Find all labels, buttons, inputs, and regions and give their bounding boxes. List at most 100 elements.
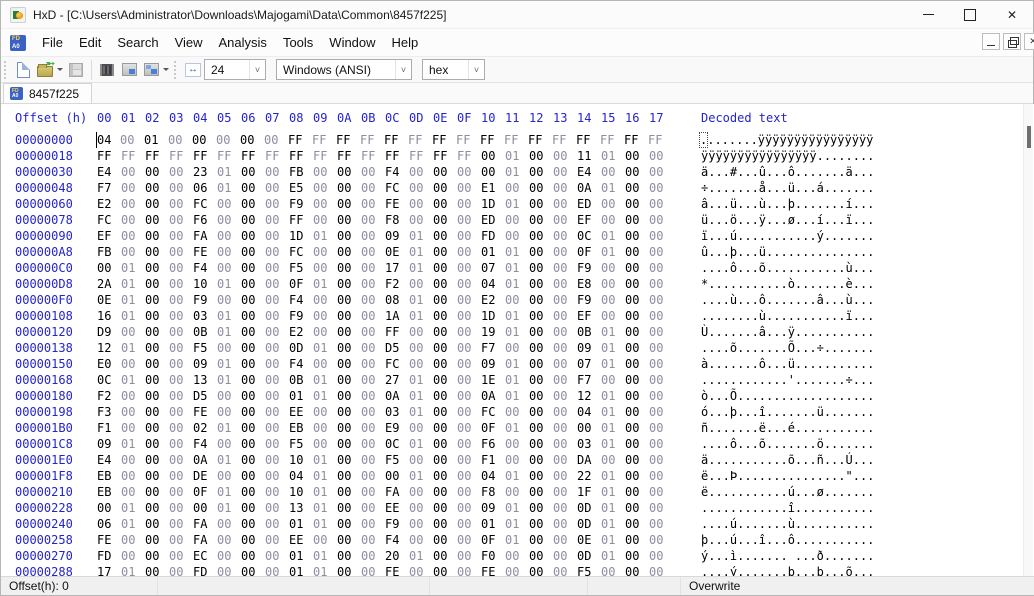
hex-byte[interactable]: FC — [97, 212, 121, 228]
encoding-select[interactable]: Windows (ANSI) ˅ — [276, 59, 412, 80]
hex-byte[interactable]: F5 — [289, 436, 313, 452]
hex-byte[interactable]: 00 — [457, 260, 481, 276]
hex-byte[interactable]: 00 — [361, 196, 385, 212]
hex-byte[interactable]: 0E — [97, 292, 121, 308]
hex-byte[interactable]: 00 — [169, 372, 193, 388]
hex-byte[interactable]: FF — [312, 132, 336, 148]
hex-byte[interactable]: 00 — [241, 468, 265, 484]
hex-byte[interactable]: 00 — [649, 308, 673, 324]
hex-byte[interactable]: 0D — [577, 500, 601, 516]
decoded-row[interactable]: ò...Õ................... — [701, 388, 874, 404]
hex-byte[interactable]: 00 — [553, 468, 577, 484]
hex-byte[interactable]: 00 — [121, 324, 145, 340]
hex-byte[interactable]: 0E — [385, 244, 409, 260]
hex-byte[interactable]: 00 — [313, 196, 337, 212]
hex-byte[interactable]: 01 — [217, 484, 241, 500]
hex-byte[interactable]: FF — [289, 212, 313, 228]
hex-byte[interactable]: FD — [97, 548, 121, 564]
hex-byte[interactable]: 00 — [553, 212, 577, 228]
hex-byte[interactable]: 00 — [145, 420, 169, 436]
decoded-row[interactable]: ý...ì....... ...ð....... — [701, 548, 874, 564]
vertical-scrollbar[interactable] — [1023, 104, 1033, 578]
hex-byte[interactable]: 00 — [529, 164, 553, 180]
hex-byte[interactable]: 00 — [601, 452, 625, 468]
hex-byte[interactable]: 00 — [337, 260, 361, 276]
hex-byte[interactable]: 01 — [313, 548, 337, 564]
hex-byte[interactable]: 00 — [625, 292, 649, 308]
hex-byte[interactable]: 00 — [409, 356, 433, 372]
hex-byte[interactable]: 0C — [577, 228, 601, 244]
hex-byte[interactable]: 01 — [409, 404, 433, 420]
hex-byte[interactable]: 00 — [241, 372, 265, 388]
hex-byte[interactable]: 00 — [337, 404, 361, 420]
hex-byte[interactable]: 00 — [241, 180, 265, 196]
hex-byte[interactable]: 00 — [145, 196, 169, 212]
hex-byte[interactable]: 00 — [553, 292, 577, 308]
hex-byte[interactable]: DA — [577, 452, 601, 468]
hex-byte[interactable]: 00 — [313, 244, 337, 260]
hex-byte[interactable]: 01 — [313, 468, 337, 484]
hex-byte[interactable]: 12 — [97, 340, 121, 356]
hex-byte[interactable]: 01 — [217, 452, 241, 468]
hex-byte[interactable]: 00 — [241, 404, 265, 420]
hex-byte[interactable]: FE — [385, 196, 409, 212]
hex-byte[interactable]: 00 — [337, 452, 361, 468]
hex-byte[interactable]: 00 — [97, 500, 121, 516]
hex-byte[interactable]: 00 — [409, 212, 433, 228]
hex-byte[interactable]: 00 — [433, 404, 457, 420]
hex-byte[interactable]: 00 — [433, 340, 457, 356]
hex-byte[interactable]: 00 — [145, 212, 169, 228]
save-button[interactable] — [65, 59, 87, 81]
hex-byte[interactable]: F9 — [385, 516, 409, 532]
scrollbar-thumb[interactable] — [1027, 126, 1031, 148]
hex-byte[interactable]: 00 — [457, 420, 481, 436]
hex-byte[interactable]: 00 — [145, 340, 169, 356]
hex-byte[interactable]: 00 — [529, 516, 553, 532]
hex-byte[interactable]: EB — [289, 420, 313, 436]
mdi-restore-button[interactable] — [1003, 33, 1021, 50]
hex-byte[interactable]: 01 — [313, 228, 337, 244]
hex-byte[interactable]: 00 — [241, 212, 265, 228]
hex-byte[interactable]: 08 — [385, 292, 409, 308]
hex-byte[interactable]: 00 — [625, 340, 649, 356]
hex-byte[interactable]: F6 — [193, 212, 217, 228]
hex-byte[interactable]: FE — [193, 404, 217, 420]
hex-byte[interactable]: FF — [576, 132, 600, 148]
hex-byte[interactable]: 00 — [625, 244, 649, 260]
hex-byte[interactable]: 01 — [144, 132, 168, 148]
hex-byte[interactable]: 00 — [553, 372, 577, 388]
hex-byte[interactable]: 00 — [409, 484, 433, 500]
hex-byte[interactable]: 13 — [289, 500, 313, 516]
hex-byte[interactable]: 01 — [289, 548, 313, 564]
hex-byte[interactable]: 10 — [289, 452, 313, 468]
hex-byte[interactable]: 00 — [337, 308, 361, 324]
hex-byte[interactable]: 00 — [529, 292, 553, 308]
hex-byte[interactable]: E9 — [385, 420, 409, 436]
hex-byte[interactable]: 01 — [601, 500, 625, 516]
hex-byte[interactable]: 00 — [625, 276, 649, 292]
hex-byte[interactable]: 00 — [529, 420, 553, 436]
hex-byte[interactable]: FF — [384, 132, 408, 148]
hex-byte[interactable]: 00 — [457, 484, 481, 500]
hex-byte[interactable]: 00 — [241, 308, 265, 324]
hex-byte[interactable]: FF — [336, 132, 360, 148]
hex-byte[interactable]: 00 — [601, 164, 625, 180]
menu-item-search[interactable]: Search — [109, 30, 166, 55]
hex-byte[interactable]: FF — [648, 132, 672, 148]
hex-byte[interactable]: 01 — [409, 372, 433, 388]
hex-byte[interactable]: 00 — [169, 260, 193, 276]
hex-byte[interactable]: 1D — [481, 196, 505, 212]
hex-byte[interactable]: 00 — [625, 452, 649, 468]
hex-byte[interactable]: 00 — [241, 500, 265, 516]
menu-item-help[interactable]: Help — [384, 30, 427, 55]
hex-byte[interactable]: 00 — [553, 548, 577, 564]
hex-byte[interactable]: 00 — [337, 324, 361, 340]
hex-byte[interactable]: 0B — [289, 372, 313, 388]
hex-byte[interactable]: 00 — [553, 148, 577, 164]
bytes-per-row-button[interactable]: ↔ — [182, 59, 204, 81]
hex-byte[interactable]: 00 — [361, 404, 385, 420]
hex-byte[interactable]: FF — [480, 132, 504, 148]
hex-byte[interactable]: 00 — [265, 276, 289, 292]
hex-byte[interactable]: 00 — [649, 180, 673, 196]
hex-byte[interactable]: 00 — [649, 196, 673, 212]
